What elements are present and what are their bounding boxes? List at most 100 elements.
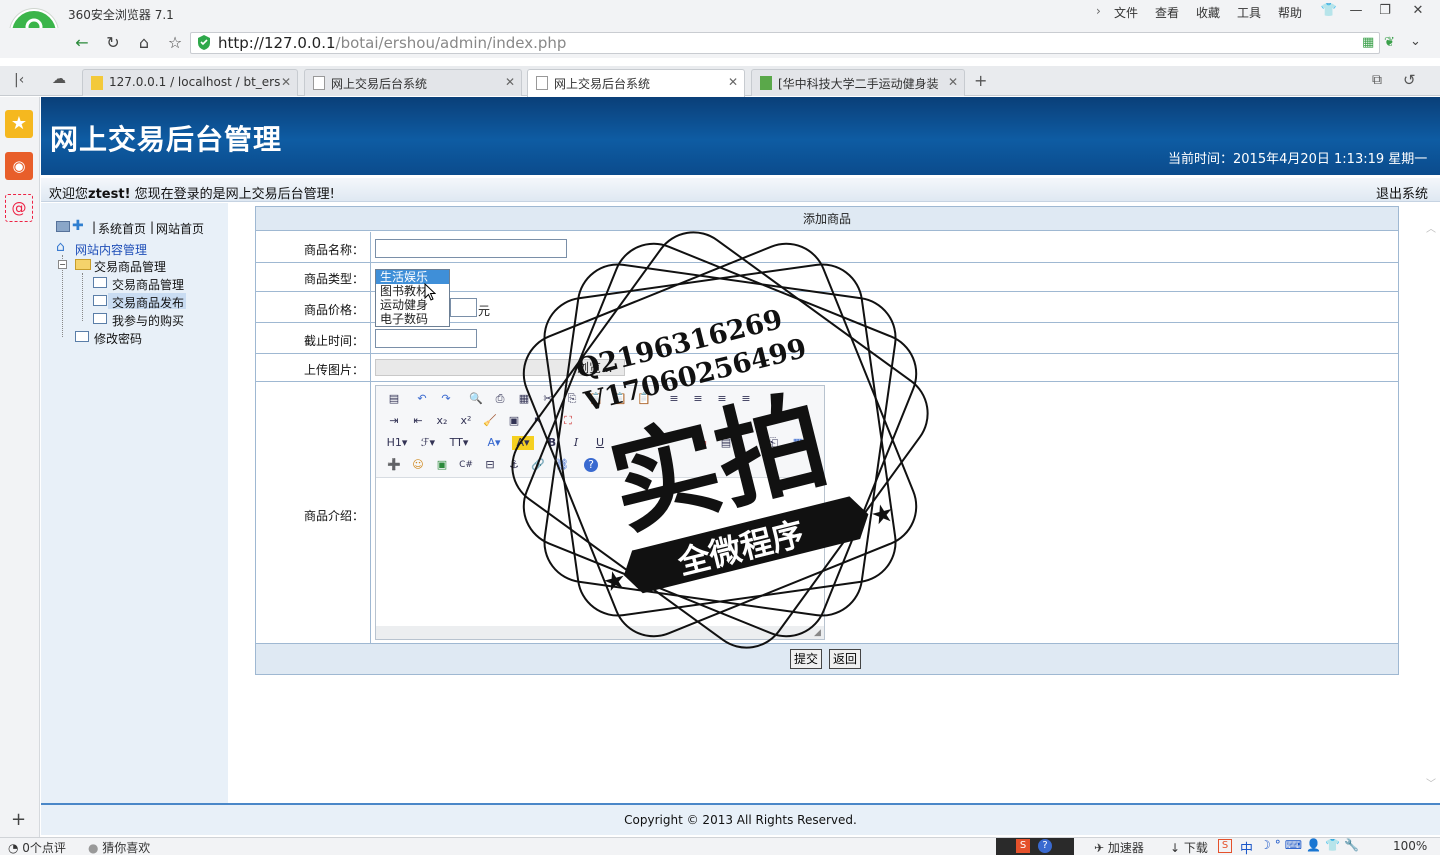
preview-icon[interactable]: 🔍 <box>468 392 484 406</box>
italic-icon[interactable]: I <box>568 436 584 450</box>
tab-list-icon[interactable]: ⧉ <box>1372 72 1382 88</box>
font-family-icon[interactable]: ℱ▾ <box>418 436 438 450</box>
comment-count[interactable]: ◔ 0个点评 <box>8 839 66 855</box>
tab-collapse-icon[interactable]: |‹ <box>14 72 24 88</box>
redo-icon[interactable]: ↷ <box>438 392 454 406</box>
hr-icon[interactable]: ➕ <box>386 458 402 472</box>
font-size-icon[interactable]: TT▾ <box>448 436 470 450</box>
ime-mode[interactable]: 中 <box>1240 838 1253 855</box>
link-icon[interactable]: 🔗 <box>530 458 546 472</box>
fullscreen-icon[interactable]: ⛶ <box>560 414 576 428</box>
cut-icon[interactable]: ✂ <box>540 392 556 406</box>
underline-icon[interactable]: U <box>592 436 608 450</box>
minimize-icon[interactable]: — <box>1345 2 1367 20</box>
menu-favorites[interactable]: 收藏 <box>1196 4 1220 21</box>
ime-tools-icon[interactable]: ☽°⌨👤👕🔧 <box>1260 838 1363 852</box>
table-icon[interactable]: ▦ <box>790 436 806 450</box>
subscript-icon[interactable]: x₂ <box>434 414 450 428</box>
mail-icon[interactable]: @ <box>5 194 33 222</box>
clear-format-icon[interactable]: 🧹 <box>482 414 498 428</box>
paste-word-icon[interactable]: 📋 <box>636 392 652 406</box>
paste-text-icon[interactable]: 📋 <box>612 392 628 406</box>
select-all-icon[interactable]: ▣ <box>506 414 522 428</box>
zoom-level[interactable]: 100% <box>1393 839 1427 853</box>
tab-close-icon[interactable]: ✕ <box>281 75 291 89</box>
image-insert-icon[interactable]: ▬ <box>694 436 710 450</box>
tab-close-icon[interactable]: ✕ <box>505 75 515 89</box>
product-type-list[interactable]: 生活娱乐 图书教材 运动健身 电子数码 <box>375 269 450 327</box>
anchor-icon[interactable]: ⚓ <box>506 458 522 472</box>
guess-you-like[interactable]: ● 猜你喜欢 <box>88 839 150 855</box>
nav-site-home[interactable]: 网站首页 <box>156 220 204 237</box>
menu-help[interactable]: 帮助 <box>1278 4 1302 21</box>
type-option[interactable]: 运动健身 <box>376 298 449 312</box>
bold-icon[interactable]: B <box>544 436 560 450</box>
close-icon[interactable]: ✕ <box>1407 2 1429 20</box>
menu-view[interactable]: 查看 <box>1155 4 1179 21</box>
template-icon[interactable]: ▦ <box>516 392 532 406</box>
source-icon[interactable]: ▤ <box>386 392 402 406</box>
logout-link[interactable]: 退出系统 <box>1376 183 1428 202</box>
qr-icon[interactable]: ▦ <box>1362 35 1374 50</box>
print-icon[interactable]: ⎙ <box>492 392 508 406</box>
type-option[interactable]: 电子数码 <box>376 312 449 326</box>
tab-admin-2[interactable]: 网上交易后台系统 ✕ <box>527 69 745 97</box>
nav-item-manage[interactable]: 交易商品管理 <box>112 276 184 293</box>
copy-icon[interactable]: ⎘ <box>564 392 580 406</box>
attach-icon[interactable]: ⎗ <box>766 436 782 450</box>
add-sidebar-icon[interactable]: + <box>11 809 26 830</box>
refresh-icon[interactable]: ↻ <box>101 32 125 54</box>
emoticon-icon[interactable]: ☺ <box>410 458 426 472</box>
superscript-icon[interactable]: x² <box>458 414 474 428</box>
favorites-icon[interactable]: ★ <box>5 110 33 138</box>
nav-root[interactable]: 网站内容管理 <box>75 241 147 258</box>
undo-close-icon[interactable]: ↺ <box>1403 71 1416 89</box>
menu-file[interactable]: 文件 <box>1114 4 1138 21</box>
cloud-icon[interactable]: ☁ <box>52 71 66 87</box>
resize-grip-icon[interactable]: ◢ <box>814 628 821 638</box>
shirt-icon[interactable]: 👕 <box>1318 2 1340 20</box>
type-option[interactable]: 图书教材 <box>376 284 449 298</box>
nav-item-publish[interactable]: 交易商品发布 <box>112 294 184 311</box>
browse-button[interactable]: 浏览... <box>577 359 612 376</box>
leaf-icon[interactable]: ❦ <box>1384 35 1395 50</box>
menu-arrow-icon[interactable]: › <box>1096 4 1101 18</box>
paste-icon[interactable]: 📋 <box>588 392 604 406</box>
page-scrollbar[interactable]: ︿ ﹀ <box>1424 220 1438 790</box>
nav-change-password[interactable]: 修改密码 <box>94 330 142 347</box>
new-tab-icon[interactable]: + <box>974 71 987 90</box>
weibo-icon[interactable]: ◉ <box>5 152 33 180</box>
product-name-input[interactable] <box>375 239 567 258</box>
indent-icon[interactable]: ⇥ <box>386 414 402 428</box>
back-button[interactable]: 返回 <box>829 649 862 669</box>
home-icon[interactable]: ⌂ <box>132 32 156 54</box>
flash-icon[interactable]: ▤ <box>718 436 734 450</box>
tab-admin-1[interactable]: 网上交易后台系统 ✕ <box>304 69 522 96</box>
highlight-icon[interactable]: A▾ <box>512 436 534 450</box>
product-price-input[interactable] <box>450 298 477 317</box>
picture-icon[interactable]: ▣ <box>434 458 450 472</box>
align-right-icon[interactable]: ≡ <box>714 392 730 406</box>
type-option[interactable]: 生活娱乐 <box>376 270 449 284</box>
downloads[interactable]: ↓ 下载 <box>1170 839 1208 855</box>
editor-resize-bar[interactable] <box>376 626 824 639</box>
star-icon[interactable]: ☆ <box>163 32 187 54</box>
heading-icon[interactable]: H1▾ <box>386 436 408 450</box>
tab-phpmyadmin[interactable]: 127.0.0.1 / localhost / bt_ers ✕ <box>82 69 298 96</box>
tab-hust[interactable]: [华中科技大学二手运动健身装 ✕ <box>751 69 965 96</box>
tab-close-icon[interactable]: ✕ <box>948 75 958 89</box>
submit-button[interactable]: 提交 <box>790 649 823 669</box>
nav-group[interactable]: 交易商品管理 <box>94 258 166 275</box>
collapse-icon[interactable]: − <box>58 260 67 269</box>
nav-system-home[interactable]: 系统首页 <box>98 220 146 237</box>
dropdown-icon[interactable]: ⌄ <box>1410 34 1421 49</box>
unlink-icon[interactable]: ⛓ <box>554 458 570 472</box>
maximize-icon[interactable]: ❐ <box>1374 2 1396 20</box>
pointer-icon[interactable]: ↖ <box>530 414 546 428</box>
back-icon[interactable]: ← <box>70 32 94 54</box>
ime-toolbar[interactable]: S ? <box>996 838 1074 855</box>
nav-item-my-purchase[interactable]: 我参与的购买 <box>112 312 184 329</box>
outdent-icon[interactable]: ⇤ <box>410 414 426 428</box>
font-color-icon[interactable]: A▾ <box>484 436 504 450</box>
code-icon[interactable]: C# <box>458 458 474 472</box>
